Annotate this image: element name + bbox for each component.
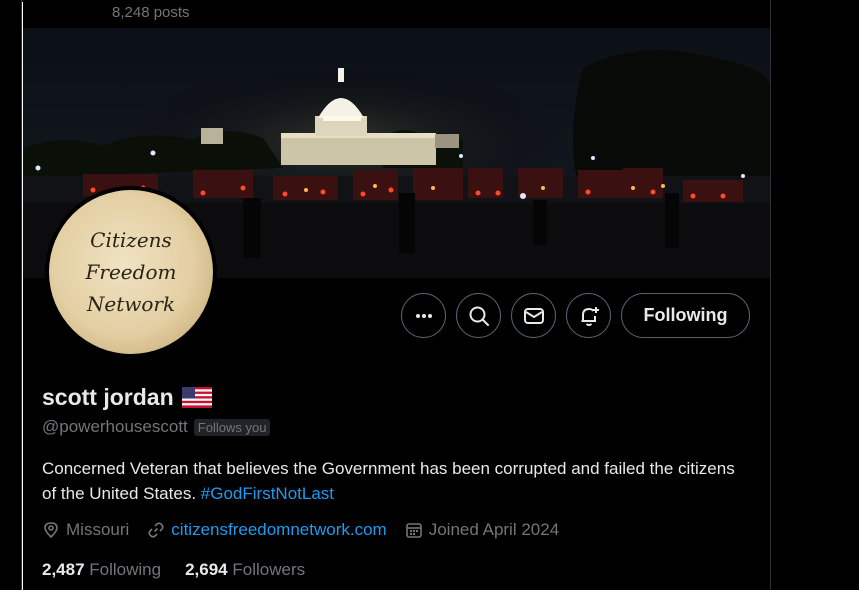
location-text: Missouri: [66, 520, 130, 539]
handle-row: @powerhousescott Follows you: [42, 417, 271, 437]
following-stat[interactable]: 2,487 Following: [42, 560, 161, 580]
notify-button[interactable]: [566, 293, 611, 338]
profile-meta: Missouri citizensfreedomnetwork.com Join…: [42, 520, 577, 540]
user-handle: @powerhousescott: [42, 417, 188, 436]
follows-you-badge: Follows you: [193, 418, 271, 436]
joined-text: Joined April 2024: [428, 520, 560, 539]
following-label: Following: [89, 560, 162, 579]
left-gutter: [0, 0, 22, 593]
right-gutter: [770, 0, 859, 593]
mail-icon: [523, 307, 544, 324]
display-name-row: scott jordan: [42, 384, 212, 411]
location-pin-icon: [44, 522, 58, 539]
search-icon: [469, 306, 489, 326]
avatar-text-line: Freedom: [85, 260, 177, 284]
avatar-image: Citizens Freedom Network: [49, 190, 213, 354]
avatar-text-line: Network: [86, 292, 176, 316]
followers-label: Followers: [232, 560, 306, 579]
following-count: 2,487: [42, 560, 85, 579]
profile-column: 8,248 posts Citizens Freedom Network Fol…: [23, 0, 770, 590]
calendar-icon: [405, 523, 422, 538]
followers-count: 2,694: [185, 560, 228, 579]
avatar[interactable]: Citizens Freedom Network: [45, 186, 217, 358]
following-button[interactable]: Following: [621, 293, 750, 338]
more-icon: [415, 313, 432, 318]
display-name: scott jordan: [42, 384, 174, 410]
location-item: Missouri: [42, 520, 129, 540]
website-link[interactable]: citizensfreedomnetwork.com: [171, 520, 386, 540]
more-button[interactable]: [401, 293, 446, 338]
bio-hashtag[interactable]: #GodFirstNotLast: [201, 484, 334, 503]
message-button[interactable]: [511, 293, 556, 338]
bio-text: Concerned Veteran that believes the Gove…: [42, 459, 735, 503]
website-item: citizensfreedomnetwork.com: [147, 520, 387, 540]
followers-stat[interactable]: 2,694 Followers: [185, 560, 305, 580]
posts-count: 8,248 posts: [112, 4, 190, 21]
search-profile-button[interactable]: [456, 293, 501, 338]
link-icon: [148, 522, 164, 538]
joined-item: Joined April 2024: [405, 520, 559, 540]
avatar-text-line: Citizens: [90, 228, 172, 252]
bell-plus-icon: [581, 306, 599, 326]
us-flag-icon: [181, 387, 212, 408]
bio: Concerned Veteran that believes the Gove…: [42, 456, 752, 506]
follow-stats: 2,487 Following 2,694 Followers: [42, 560, 329, 580]
